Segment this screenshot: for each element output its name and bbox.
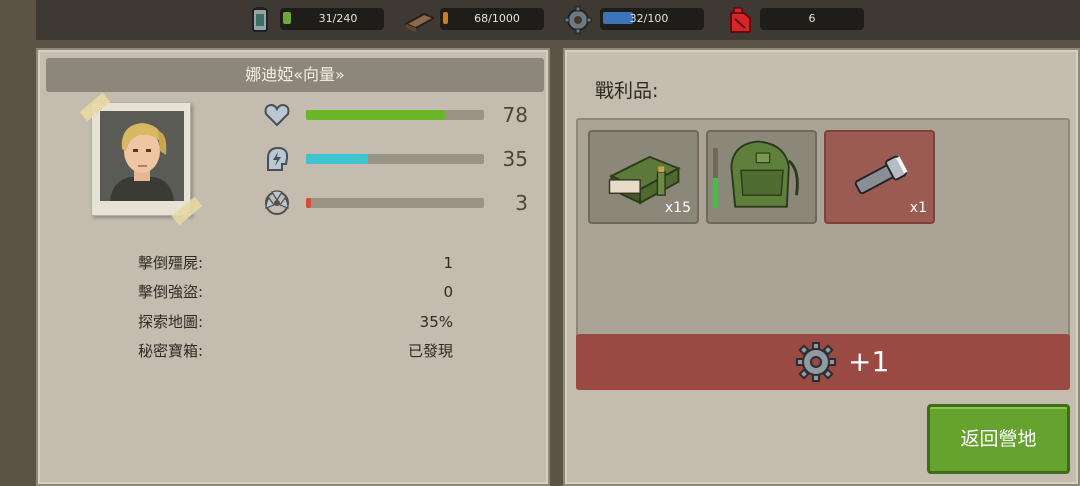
resource-fuel: 6 [726,6,866,33]
health-bar-fill [306,110,445,120]
fuel-can-icon [730,7,751,33]
radiation-bar [306,198,484,208]
resource-battery: 31/240 [246,6,386,32]
survivor-face-icon [100,111,184,201]
resource-bar: 31/240 68/1000 32/100 6 [36,0,1080,40]
character-panel: 娜迪婭«向量» 78 35 3 擊倒殭屍: 1 擊倒強盜: 0 探索地圖: 35… [36,48,550,486]
summary-value: 1 [443,254,453,272]
summary-value: 35% [419,313,453,331]
loot-slot-backpack[interactable] [706,130,817,224]
gear-icon [564,6,592,34]
fuel-value: 6 [760,8,864,30]
character-portrait[interactable] [79,92,203,226]
summary-label: 探索地圖: [138,313,204,331]
loot-grid: x15 x1 +1 [576,118,1070,390]
radiation-icon [265,190,289,215]
reward-bar: +1 [576,334,1070,390]
loot-count: x15 [664,200,691,216]
resource-parts: 32/100 [564,6,706,34]
summary-map-explored: 探索地圖: 35% [138,310,453,334]
character-name: 娜迪婭«向量» [46,58,544,92]
energy-head-icon [267,146,289,171]
summary-bandits-killed: 擊倒強盜: 0 [138,280,453,304]
stat-energy: 35 [262,144,542,174]
loot-count: x1 [909,200,927,216]
wood-plank-icon [403,12,434,32]
return-to-camp-button[interactable]: 返回營地 [927,404,1070,474]
wood-value: 68/1000 [474,12,520,25]
summary-label: 擊倒強盜: [138,283,204,301]
energy-bar [306,154,484,164]
energy-bar-fill [306,154,369,164]
loot-slot-flashlight[interactable]: x1 [824,130,935,224]
energy-value: 35 [502,147,528,171]
resource-wood: 68/1000 [402,6,546,32]
backpack-durability-bar [713,148,718,208]
summary-label: 擊倒殭屍: [138,254,204,272]
summary-secret-chest: 秘密寶箱: 已發現 [138,339,453,363]
parts-value: 32/100 [629,12,669,25]
battery-value: 31/240 [318,12,358,25]
tape-bottom-right [171,196,203,226]
loot-slot-ammo[interactable]: x15 [588,130,699,224]
summary-value: 0 [443,283,453,301]
battery-icon [252,7,268,32]
portrait-photo [100,111,184,201]
radiation-bar-fill [306,198,312,208]
reward-amount: +1 [848,345,890,378]
summary-value: 已發現 [407,342,453,360]
gear-icon [796,342,836,382]
stat-health: 78 [262,100,542,130]
backpack-durability-fill [713,178,718,208]
loot-panel: 戰利品: x15 x1 +1 返回營地 [563,48,1080,486]
loot-title: 戰利品: [595,80,659,102]
radiation-value: 3 [515,191,528,215]
summary-zombies-killed: 擊倒殭屍: 1 [138,251,453,275]
health-value: 78 [502,103,528,127]
heart-icon [264,103,290,127]
health-bar [306,110,484,120]
backpack-icon [730,140,799,208]
stat-radiation: 3 [262,188,542,218]
summary-label: 秘密寶箱: [138,342,204,360]
